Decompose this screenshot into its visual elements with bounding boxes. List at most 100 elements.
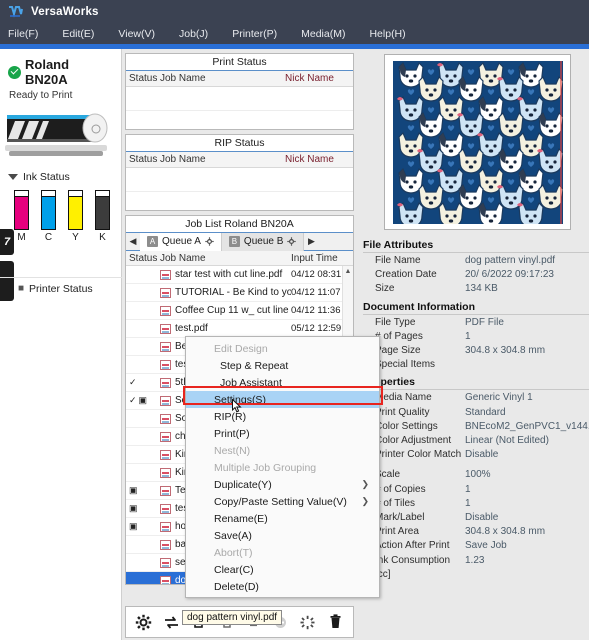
menu-edit[interactable]: Edit(E) [62,28,106,40]
menu-item-rip[interactable]: RIP(R) [186,408,379,425]
ink-status-header[interactable]: Ink Status [8,171,121,183]
properties-title: Properties [363,376,589,391]
attr-mark-label: Mark/Label Disable [375,512,499,524]
tab-queue-a[interactable]: A Queue A [140,232,222,251]
attr-size: Size 134 KB [375,283,498,295]
col-status: Status [129,73,158,84]
rip-status-title: RIP Status [126,135,353,152]
print-status-empty-row [126,87,353,111]
menu-item-edit-design[interactable]: Edit Design [186,340,379,357]
table-row[interactable]: Coffee Cup 11 w_ cut line (1).... 04/12 … [126,302,353,320]
table-row[interactable]: TUTORIAL - Be Kind to your ... 04/12 11:… [126,284,353,302]
details-panel: File Attributes File Name dog pattern vi… [357,49,589,640]
menu-item-duplicate[interactable]: Duplicate(Y) ❯ [186,476,379,493]
gear-icon[interactable] [287,237,297,246]
attr-page-size: Page Size 304.8 x 304.8 mm [375,345,546,357]
attributes-list: File Attributes File Name dog pattern vi… [359,239,589,583]
menu-help[interactable]: Help(H) [369,28,417,40]
print-status-header-row: Status Job Name Nick Name [126,71,353,87]
menu-item-abort[interactable]: Abort(T) [186,544,379,561]
sidebar-item-printer-status[interactable]: ■ Printer Status [0,277,122,299]
col-input-time: Input Time [291,252,338,264]
settings-button[interactable] [133,610,155,634]
row-status: ▣ [126,521,160,532]
job-list-header-row: Status Job Name Input Time [126,251,353,266]
chevron-right-icon: ❯ [361,479,369,489]
attr-file-name: File Name dog pattern vinyl.pdf [375,255,556,266]
pdf-file-icon [160,341,171,352]
table-row[interactable]: star test with cut line.pdf 04/12 08:31 [126,266,353,284]
ink-label-m: M [17,232,26,243]
menu-item-copy-paste-setting-value[interactable]: Copy/Paste Setting Value(V) ❯ [186,493,379,510]
attr-action-after-print: Action After Print Save Job [375,540,507,552]
attr-tiles: # of Tiles 1 [375,497,471,509]
green-check-icon [8,65,21,79]
ink-cartridge-y: Y [68,190,83,243]
pdf-file-icon [160,305,171,316]
printer-state: Ready to Print [9,90,73,101]
versaworks-window: VersaWorks File(F) Edit(E) View(V) Job(J… [0,0,589,640]
gear-icon[interactable] [205,237,214,246]
printer-sidebar: Roland BN20A Ready to Print Ink Status M… [0,49,122,640]
ink-label-k: K [99,232,106,243]
pdf-file-icon [160,485,171,496]
title-bar: VersaWorks [0,0,589,24]
menu-item-rename[interactable]: Rename(E) [186,510,379,527]
job-context-menu: Edit Design Step & Repeat Job Assistant … [185,336,380,598]
print-status-icon: ▣ [129,485,138,495]
chevron-right-icon: ❯ [361,496,369,506]
menu-item-multiple-job-grouping[interactable]: Multiple Job Grouping [186,459,379,476]
triangle-left-icon[interactable]: ◀ [126,236,140,247]
attr-pages: # of Pages 1 [375,330,471,342]
attr-creation-date: Creation Date 20/ 6/2022 09:17:23 [375,269,554,281]
row-job-name: test.pdf [160,323,291,334]
menu-item-nest[interactable]: Nest(N) [186,442,379,459]
pdf-file-icon [160,431,171,442]
cut-status-icon: ✓ [129,395,137,405]
menu-file[interactable]: File(F) [8,28,50,40]
menu-item-step-repeat[interactable]: Step & Repeat [186,357,379,374]
scroll-up-icon[interactable]: ▲ [343,266,353,277]
clear-button[interactable] [297,610,319,634]
queue-b-badge: B [228,236,240,247]
print-status-icon: ▣ [129,521,138,531]
pdf-file-icon [160,521,171,532]
pdf-file-icon [160,377,171,388]
menu-media[interactable]: Media(M) [301,28,357,40]
pdf-file-icon [160,359,171,370]
menu-bar: File(F) Edit(E) View(V) Job(J) Printer(P… [0,24,589,44]
attr-media-name: Media Name Generic Vinyl 1 [375,392,533,404]
print-status-icon: ▣ [129,503,138,513]
menu-job[interactable]: Job(J) [179,28,220,40]
print-status-panel: Print Status Status Job Name Nick Name [125,53,354,130]
menu-item-save[interactable]: Save(A) [186,527,379,544]
menu-item-clear[interactable]: Clear(C) [186,561,379,578]
tab-queue-b[interactable]: B Queue B [221,232,305,251]
side-tab-label: 7 [3,236,11,248]
row-status: ▣ [126,485,160,496]
attr-color-settings: Color Settings BNEcoM2_GenPVC1_v144... [375,420,589,432]
menu-item-print[interactable]: Print(P) [186,425,379,442]
rip-status-header-row: Status Job Name Nick Name [126,152,353,168]
mouse-cursor [232,398,243,417]
row-job-name: star test with cut line.pdf [160,269,291,280]
menu-item-settings[interactable]: Settings(S) [186,391,379,408]
attr-copies: # of Copies 1 [375,483,471,495]
menu-printer[interactable]: Printer(P) [232,28,289,40]
delete-button[interactable] [324,610,346,634]
side-tab-number[interactable]: 7 [0,229,14,255]
printer-status-icon: ■ [18,283,25,294]
row-status: ✓ ▣ [126,395,160,406]
attr-ink-consumption: Ink Consumption [cc] 1.23 [375,554,485,580]
job-preview[interactable] [384,54,572,230]
menu-item-job-assistant[interactable]: Job Assistant [186,374,379,391]
menu-item-delete[interactable]: Delete(D) [186,578,379,595]
queue-tabs: ◀ A Queue A B Queue B ▶ [126,232,353,251]
attr-scale: Scale 100% [375,469,491,481]
pdf-file-icon [160,449,171,460]
rip-button[interactable] [160,610,182,634]
triangle-right-icon[interactable]: ▶ [304,236,318,247]
pdf-file-icon [160,539,171,550]
menu-view[interactable]: View(V) [118,28,167,40]
queue-a-badge: A [147,236,158,247]
